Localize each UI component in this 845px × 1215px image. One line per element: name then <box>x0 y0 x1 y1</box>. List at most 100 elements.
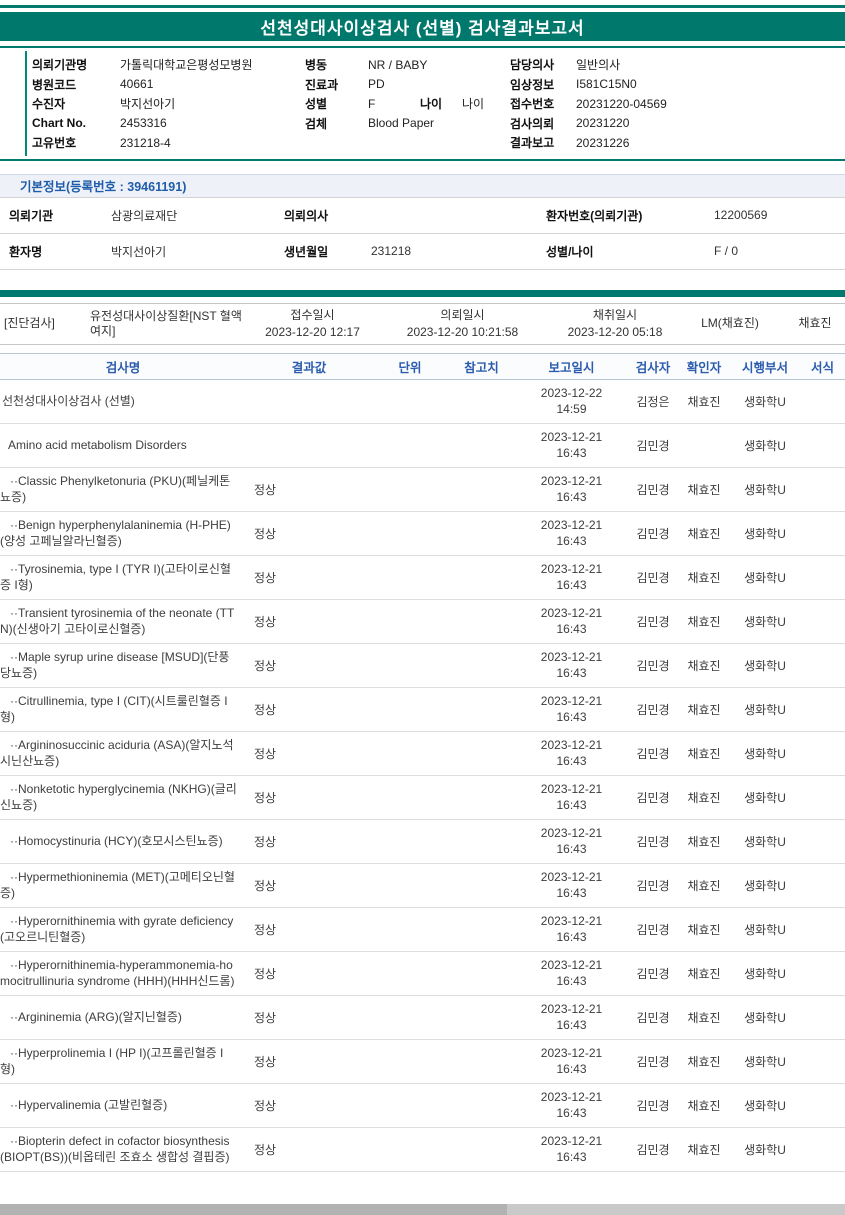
department-name: 생화학U <box>744 1142 786 1157</box>
field-value: NR / BABY <box>368 57 428 72</box>
report-datetime: 2023-12-21 16:43 <box>515 957 628 989</box>
report-date: 2023-12-21 <box>540 650 603 664</box>
examiner-name: 김민경 <box>636 482 670 497</box>
column-header-test-name: 검사명 <box>105 360 141 375</box>
info-field-row: 성별 F 나이 나이 <box>305 94 510 114</box>
result-row: ··Classic Phenylketonuria (PKU)(페닐케톤뇨증) 정… <box>0 468 845 512</box>
confirmer-name: 채효진 <box>687 1098 721 1113</box>
report-time: 16:43 <box>556 886 587 900</box>
report-date: 2023-12-21 <box>540 518 603 532</box>
basic-field-label: 환자명 <box>9 244 43 259</box>
test-name: ··Hyperprolinemia I (HP I)(고프롤린혈증 I형) <box>0 1046 224 1076</box>
report-datetime: 2023-12-21 16:43 <box>515 693 628 725</box>
top-accent-rule <box>0 5 845 8</box>
result-row: ··Nonketotic hyperglycinemia (NKHG)(글리신뇨… <box>0 776 845 820</box>
panel-bottom-rule <box>0 158 845 161</box>
test-name: ··Hyperornithinemia-hyperammonemia-homoc… <box>0 958 235 988</box>
result-row: ··Hypervalinemia (고발린혈증) 정상 2023-12-21 16:4… <box>0 1084 845 1128</box>
department-name: 생화학U <box>744 834 786 849</box>
examiner-name: 김민경 <box>636 790 670 805</box>
report-time: 16:43 <box>556 666 587 680</box>
field-label: 검사의뢰 <box>510 116 555 131</box>
info-field-row: 담당의사 일반의사 <box>510 55 845 75</box>
report-date: 2023-12-22 <box>540 386 603 400</box>
confirmer-name: 채효진 <box>687 482 721 497</box>
department-name: 생화학U <box>744 922 786 937</box>
department-name: 생화학U <box>744 1010 786 1025</box>
result-value: 정상 <box>254 1142 277 1157</box>
department-name: 생화학U <box>744 658 786 673</box>
report-time: 16:43 <box>556 1062 587 1076</box>
field-label: 수진자 <box>32 97 66 112</box>
test-name: ··Homocystinuria (HCY)(호모시스틴뇨증) <box>10 834 223 848</box>
test-name: ··Tyrosinemia, type I (TYR I)(고타이로신혈증 I형… <box>0 562 231 592</box>
page-title: 선천성대사이상검사 (선별) 검사결과보고서 <box>260 19 585 38</box>
result-value: 정상 <box>254 1098 277 1113</box>
examiner-name: 김민경 <box>636 966 670 981</box>
lab-report-page: 선천성대사이상검사 (선별) 검사결과보고서 의뢰기관명 가톨릭대학교은평성모병원… <box>0 0 845 1215</box>
confirmer-name: 채효진 <box>687 790 721 805</box>
field-label: 나이 <box>420 97 443 112</box>
result-value: 정상 <box>254 790 277 805</box>
test-name: ··Argininemia (ARG)(알지닌혈증) <box>10 1010 182 1024</box>
confirmer-name: 채효진 <box>687 1010 721 1025</box>
field-value: 가톨릭대학교은평성모병원 <box>120 58 253 73</box>
report-datetime: 2023-12-21 16:43 <box>515 605 628 637</box>
result-value: 정상 <box>254 878 277 893</box>
field-label: 고유번호 <box>32 136 77 151</box>
results-table-header: 검사명 결과값 단위 참고치 보고일시 검사자 확인자 시행부서 서식 <box>0 352 845 380</box>
examiner-name: 김민경 <box>636 614 670 629</box>
field-label: 결과보고 <box>510 136 555 151</box>
field-value: 일반의사 <box>576 58 621 73</box>
department-name: 생화학U <box>744 438 786 453</box>
test-name: ··Hypermethioninemia (MET)(고메티오닌혈증) <box>0 870 235 900</box>
confirmer-name: 채효진 <box>687 394 721 409</box>
confirmer-name: 채효진 <box>687 526 721 541</box>
info-field-row: 접수번호 20231220-04569 <box>510 94 845 114</box>
info-field-row: 임상정보 I581C15N0 <box>510 75 845 95</box>
department-name: 생화학U <box>744 394 786 409</box>
report-datetime: 2023-12-21 16:43 <box>515 1001 628 1033</box>
test-name: ··Classic Phenylketonuria (PKU)(페닐케톤뇨증) <box>0 474 231 504</box>
report-time: 16:43 <box>556 930 587 944</box>
order-summary-row: [진단검사] 유전성대사이상질환[NST 혈액 여지] 접수일시 2023-12… <box>0 302 845 345</box>
confirmer-name: 채효진 <box>687 878 721 893</box>
results-table-body: 선천성대사이상검사 (선별) 2023-12-22 14:59 김정은 채효진 생화학U A… <box>0 380 845 1172</box>
department-name: 생화학U <box>744 746 786 761</box>
result-row: Amino acid metabolism Disorders 2023-12-2… <box>0 424 845 468</box>
report-time: 16:43 <box>556 1150 587 1164</box>
info-field-row: 병동 NR / BABY <box>305 55 510 75</box>
result-row: ··Hyperprolinemia I (HP I)(고프롤린혈증 I형) 정상 2… <box>0 1040 845 1084</box>
basic-info-row: 의뢰기관 삼광의료재단 의뢰의사 환자번호(의뢰기관) 12200569 <box>0 198 845 234</box>
examiner-name: 김민경 <box>636 878 670 893</box>
basic-field-value: 삼광의료재단 <box>111 208 178 223</box>
column-header-department: 시행부서 <box>741 360 788 375</box>
field-label: 담당의사 <box>510 58 555 73</box>
examiner-name: 김민경 <box>636 1098 670 1113</box>
report-datetime: 2023-12-21 16:43 <box>515 561 628 593</box>
test-name: Amino acid metabolism Disorders <box>8 438 187 452</box>
examiner-name: 김민경 <box>636 1142 670 1157</box>
order-receipt-cell: 접수일시 2023-12-20 12:17 <box>255 308 370 340</box>
examiner-name: 김민경 <box>636 702 670 717</box>
report-date: 2023-12-21 <box>540 1134 603 1148</box>
department-name: 생화학U <box>744 702 786 717</box>
basic-field-value: 12200569 <box>714 208 768 222</box>
field-label: 의뢰기관명 <box>32 58 88 73</box>
order-collection-cell: 채취일시 2023-12-20 05:18 <box>555 308 675 340</box>
result-value: 정상 <box>254 702 277 717</box>
department-name: 생화학U <box>744 1098 786 1113</box>
result-row: ··Argininosuccinic aciduria (ASA)(알지노석시닌… <box>0 732 845 776</box>
info-field-row: 진료과 PD <box>305 75 510 95</box>
report-time: 16:43 <box>556 534 587 548</box>
report-date: 2023-12-21 <box>540 562 603 576</box>
result-value: 정상 <box>254 526 277 541</box>
result-row: ··Citrullinemia, type I (CIT)(시트룰린혈증 I형)… <box>0 688 845 732</box>
horizontal-scrollbar[interactable] <box>0 1204 845 1215</box>
report-date: 2023-12-21 <box>540 694 603 708</box>
report-datetime: 2023-12-21 16:43 <box>515 869 628 901</box>
result-value: 정상 <box>254 1010 277 1025</box>
field-value: Blood Paper <box>368 116 435 131</box>
column-header-examiner: 검사자 <box>635 360 671 375</box>
scrollbar-thumb[interactable] <box>0 1204 507 1215</box>
